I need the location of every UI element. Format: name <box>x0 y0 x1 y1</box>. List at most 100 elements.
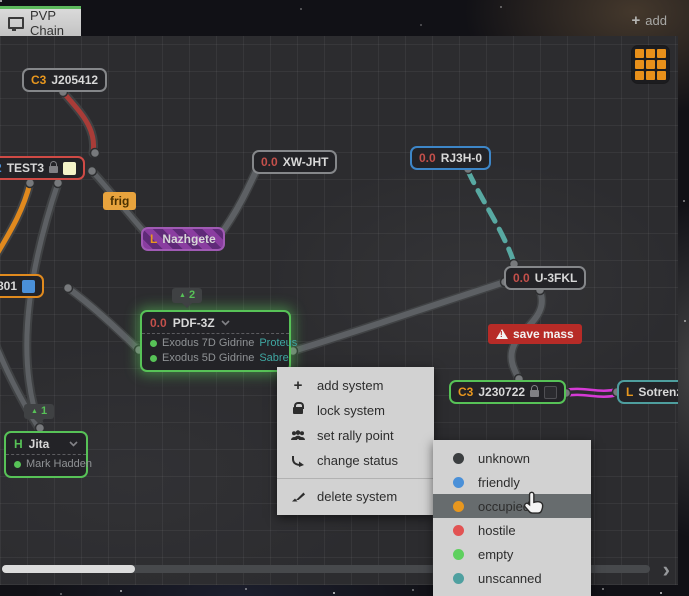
pilot-name: Mark Hadden <box>26 457 92 472</box>
triangle-up-icon: ▲ <box>31 408 38 415</box>
pilot-ship: Sabre <box>259 351 288 366</box>
system-name: J230722 <box>478 385 525 399</box>
lock-icon <box>530 390 539 397</box>
system-node-sotrenz[interactable]: L Sotrenz <box>617 380 678 404</box>
system-node-test3[interactable]: 2 TEST3 <box>0 156 85 180</box>
frigate-hole-label: frig <box>103 192 136 210</box>
system-context-menu: + add system lock system set rally point… <box>277 367 434 515</box>
map-options-grid-button[interactable] <box>632 46 669 83</box>
menu-item-add-system[interactable]: + add system <box>277 373 434 398</box>
bookmark-square-yellow[interactable] <box>63 162 76 175</box>
bookmark-square-blue[interactable] <box>22 280 35 293</box>
menu-item-delete-system[interactable]: delete system <box>277 484 434 509</box>
system-name: U-3FKL <box>535 271 578 285</box>
tab-label: PVP Chain <box>30 8 73 38</box>
system-name: Nazhgete <box>162 232 215 246</box>
system-name: 801 <box>0 279 17 293</box>
system-node-rj3h-0[interactable]: 0.0 RJ3H-0 <box>410 146 491 170</box>
status-item-friendly[interactable]: friendly <box>433 470 591 494</box>
pilot-ship: Proteus <box>259 336 297 351</box>
connection-wormhole-dashed <box>468 171 514 263</box>
pilot-status-dot <box>150 355 157 362</box>
connection-stargate <box>566 395 617 397</box>
security-label: 0.0 <box>261 155 278 169</box>
security-label: L <box>150 232 157 246</box>
status-dot <box>453 549 464 560</box>
status-dot <box>453 525 464 536</box>
pilot-row: Exodus 7D Gidrine Proteus <box>150 336 281 351</box>
warning-icon <box>496 329 508 339</box>
security-label: 0.0 <box>513 271 530 285</box>
status-label: empty <box>478 547 513 562</box>
security-label: L <box>626 385 633 399</box>
status-label: hostile <box>478 523 516 538</box>
pilot-name: Exodus 5D Gidrine <box>162 351 254 366</box>
status-dot <box>453 453 464 464</box>
bookmark-square-empty[interactable] <box>544 386 557 399</box>
system-class: C3 <box>458 385 473 399</box>
status-label: unknown <box>478 451 530 466</box>
jump-count-badge: ▲ 1 <box>24 404 54 419</box>
status-item-empty[interactable]: empty <box>433 542 591 566</box>
chevron-down-icon[interactable] <box>221 320 230 326</box>
pilot-row: Exodus 5D Gidrine Sabre <box>150 351 281 366</box>
users-icon <box>289 430 307 442</box>
status-item-hostile[interactable]: hostile <box>433 518 591 542</box>
status-item-occupied[interactable]: occupied <box>433 494 591 518</box>
pilot-status-dot <box>150 340 157 347</box>
system-node-pdf-3z[interactable]: 0.0 PDF-3Z Exodus 7D Gidrine Proteus Exo… <box>140 310 291 372</box>
system-node-j230722[interactable]: C3 J230722 <box>449 380 566 404</box>
change-status-submenu: unknown friendly occupied hostile empty … <box>433 440 591 596</box>
status-item-unscanned[interactable]: unscanned <box>433 566 591 590</box>
system-name: TEST3 <box>7 161 44 175</box>
menu-item-change-status[interactable]: change status <box>277 448 434 473</box>
status-label: friendly <box>478 475 520 490</box>
chevron-down-icon[interactable] <box>69 441 78 447</box>
menu-separator <box>277 478 434 479</box>
jump-count: 1 <box>41 405 47 417</box>
connection-mass-reduced <box>0 183 30 266</box>
save-mass-label: save mass <box>513 327 574 341</box>
chevron-right-icon[interactable]: › <box>663 557 670 583</box>
pilot-row: Mark Hadden <box>14 457 78 472</box>
menu-item-lock-system[interactable]: lock system <box>277 398 434 423</box>
system-class: C3 <box>31 73 46 87</box>
mouse-cursor-hand <box>521 490 547 518</box>
monitor-icon <box>8 17 24 29</box>
system-name: J205412 <box>51 73 98 87</box>
connection-stargate <box>566 389 617 391</box>
system-node-xw-jht[interactable]: 0.0 XW-JHT <box>252 150 337 174</box>
save-mass-badge[interactable]: save mass <box>488 324 582 344</box>
menu-item-label: add system <box>317 378 383 393</box>
add-map-button[interactable]: + add <box>632 12 667 29</box>
tab-pvp-chain[interactable]: PVP Chain <box>0 6 81 36</box>
system-node-801[interactable]: 801 <box>0 274 44 298</box>
menu-item-set-rally-point[interactable]: set rally point <box>277 423 434 448</box>
system-node-nazhgete[interactable]: L Nazhgete <box>141 227 225 251</box>
status-dot <box>453 573 464 584</box>
menu-item-label: lock system <box>317 403 385 418</box>
status-item-unknown[interactable]: unknown <box>433 446 591 470</box>
security-label: 0.0 <box>419 151 436 165</box>
pilot-name: Exodus 7D Gidrine <box>162 336 254 351</box>
jump-count: 2 <box>189 289 195 301</box>
lock-icon <box>289 407 307 414</box>
security-label: 0.0 <box>150 316 167 330</box>
system-node-j205412[interactable]: C3 J205412 <box>22 68 107 92</box>
system-class: 2 <box>0 161 2 175</box>
scrollbar-thumb[interactable] <box>2 565 135 573</box>
system-name: RJ3H-0 <box>441 151 482 165</box>
menu-item-label: change status <box>317 453 398 468</box>
system-node-u-3fkl[interactable]: 0.0 U-3FKL <box>504 266 586 290</box>
system-name: Sotrenz <box>638 385 678 399</box>
connection <box>68 288 139 350</box>
system-node-jita[interactable]: H Jita Mark Hadden <box>4 431 88 478</box>
connection <box>293 282 505 351</box>
jump-count-badge: ▲ 2 <box>172 288 202 303</box>
status-dot <box>453 477 464 488</box>
curved-arrow-icon <box>289 455 307 467</box>
menu-item-label: set rally point <box>317 428 394 443</box>
lock-icon <box>49 166 58 173</box>
plus-icon: + <box>289 378 307 393</box>
system-name: Jita <box>29 437 50 451</box>
